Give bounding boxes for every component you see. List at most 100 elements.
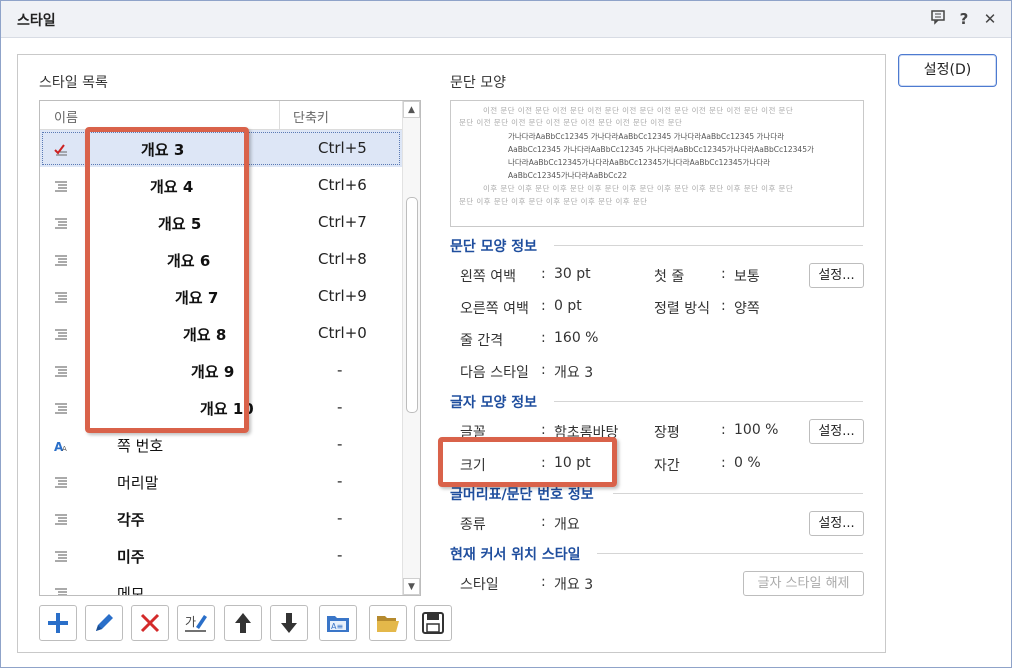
colon: : <box>541 514 546 530</box>
move-down-button[interactable] <box>270 605 308 641</box>
open-style-file-button[interactable] <box>369 605 407 641</box>
next-style-value: 개요 3 <box>554 365 594 381</box>
paragraph-icon <box>54 290 68 304</box>
paragraph-icon <box>54 179 68 193</box>
colon: : <box>721 298 726 314</box>
save-icon <box>422 612 444 634</box>
style-row[interactable]: 미주 - <box>40 537 402 574</box>
right-margin-value: 0 pt <box>554 298 582 314</box>
style-import-icon: A≡ <box>327 616 349 632</box>
move-up-button[interactable] <box>224 605 262 641</box>
preview-sample-line: AaBbCc12345 가나다라AaBbCc12345 가나다라AaBbCc12… <box>508 145 814 154</box>
colon: : <box>541 330 546 346</box>
colon: : <box>721 455 726 471</box>
list-scrollbar[interactable]: ▲ ▼ <box>402 101 420 595</box>
scroll-down-icon[interactable]: ▼ <box>403 578 420 595</box>
style-name: 미주 <box>117 548 145 566</box>
preview-sample-line: 나다라AaBbCc12345가나다라AaBbCc12345가나다라AaBbCc1… <box>508 158 771 167</box>
column-shortcut-header[interactable]: 단축키 <box>293 107 329 126</box>
paragraph-icon <box>54 216 68 230</box>
svg-text:A≡: A≡ <box>331 622 343 631</box>
add-style-button[interactable] <box>39 605 77 641</box>
paragraph-icon <box>54 586 68 595</box>
style-row[interactable]: 메모 <box>40 574 402 596</box>
next-style-label: 다음 스타일 <box>460 365 529 381</box>
import-styles-button[interactable]: A≡ <box>319 605 357 641</box>
cursor-style-label: 스타일 <box>460 577 499 593</box>
style-shortcut: Ctrl+7 <box>318 213 367 231</box>
char-edit-icon: 가 <box>185 615 207 632</box>
style-name: 쪽 번호 <box>117 437 164 455</box>
style-name: 메모 <box>117 585 145 596</box>
colon: : <box>541 422 546 438</box>
cursor-style-header: 현재 커서 위치 스타일 <box>450 547 581 563</box>
style-shortcut: - <box>337 398 343 416</box>
colon: : <box>541 362 546 378</box>
style-shortcut: - <box>337 361 343 379</box>
align-value: 양쪽 <box>734 301 760 317</box>
close-icon[interactable]: ✕ <box>980 9 1000 29</box>
paragraph-icon <box>54 364 68 378</box>
para-info-header: 문단 모양 정보 <box>450 239 538 255</box>
style-shortcut: Ctrl+0 <box>318 324 367 342</box>
first-line-label: 첫 줄 <box>654 269 685 285</box>
edit-char-style-button[interactable]: 가 <box>177 605 215 641</box>
right-margin-label: 오른쪽 여백 <box>460 301 529 317</box>
colon: : <box>721 266 726 282</box>
style-shortcut: Ctrl+5 <box>318 139 367 157</box>
style-row[interactable]: 머리말 - <box>40 463 402 500</box>
arrow-down-icon <box>281 613 297 633</box>
style-shortcut: - <box>337 509 343 527</box>
annotation-highlight-outline-names <box>85 127 249 433</box>
preview-prev-line: 이전 문단 이전 문단 이전 문단 이전 문단 이전 문단 이전 문단 이전 문… <box>483 106 794 115</box>
column-name-header[interactable]: 이름 <box>54 107 78 126</box>
char-settings-button[interactable]: 설정... <box>809 419 864 444</box>
checked-para-icon <box>54 142 68 156</box>
preview-sample-line: 가나다라AaBbCc12345 가나다라AaBbCc12345 가나다라AaBb… <box>508 132 785 141</box>
scroll-up-icon[interactable]: ▲ <box>403 101 420 118</box>
svg-text:가: 가 <box>185 615 196 629</box>
char-info-header: 글자 모양 정보 <box>450 395 538 411</box>
colon: : <box>541 574 546 590</box>
left-margin-label: 왼쪽 여백 <box>460 269 516 285</box>
style-shortcut: Ctrl+6 <box>318 176 367 194</box>
style-row[interactable]: 각주 - <box>40 500 402 537</box>
delete-style-button[interactable] <box>131 605 169 641</box>
colon: : <box>721 422 726 438</box>
svg-text:A: A <box>62 445 67 453</box>
spacing-value: 0 % <box>734 455 761 471</box>
bullet-settings-button[interactable]: 설정... <box>809 511 864 536</box>
style-name: 머리말 <box>117 474 159 492</box>
cursor-style-value: 개요 3 <box>554 577 594 593</box>
release-char-style-button[interactable]: 글자 스타일 해제 <box>743 571 864 596</box>
left-margin-value: 30 pt <box>554 266 591 282</box>
folder-open-icon <box>377 616 399 632</box>
scroll-thumb[interactable] <box>406 197 418 413</box>
annotation-highlight-size <box>438 437 617 487</box>
colon: : <box>541 266 546 282</box>
style-shortcut: Ctrl+8 <box>318 250 367 268</box>
bullet-type-value: 개요 <box>554 517 580 533</box>
paragraph-preview: 이전 문단 이전 문단 이전 문단 이전 문단 이전 문단 이전 문단 이전 문… <box>450 100 864 227</box>
save-style-file-button[interactable] <box>414 605 452 641</box>
delete-x-icon <box>140 613 160 633</box>
style-shortcut: Ctrl+9 <box>318 287 367 305</box>
style-dialog: 스타일 ? ✕ 설정(D) 스타일 목록 이름 단축키 개요 3 Ctrl+5 개요… <box>0 0 1012 668</box>
list-header: 이름 단축키 <box>40 101 402 130</box>
pencil-icon <box>96 614 113 631</box>
para-settings-button[interactable]: 설정... <box>809 263 864 288</box>
plus-icon <box>48 613 68 633</box>
style-shortcut: - <box>337 435 343 453</box>
ratio-label: 장평 <box>654 425 680 441</box>
style-shortcut: - <box>337 472 343 490</box>
help-icon[interactable]: ? <box>954 9 974 29</box>
paragraph-icon <box>54 475 68 489</box>
char-style-icon: AA <box>54 438 68 454</box>
comment-icon[interactable] <box>928 9 948 29</box>
paragraph-icon <box>54 549 68 563</box>
edit-style-button[interactable] <box>85 605 123 641</box>
line-spacing-label: 줄 간격 <box>460 333 504 349</box>
first-line-value: 보통 <box>734 269 760 285</box>
preview-next-line: 이후 문단 이후 문단 이후 문단 이후 문단 이후 문단 이후 문단 이후 문… <box>483 184 794 193</box>
settings-dialog-button[interactable]: 설정(D) <box>898 54 997 87</box>
